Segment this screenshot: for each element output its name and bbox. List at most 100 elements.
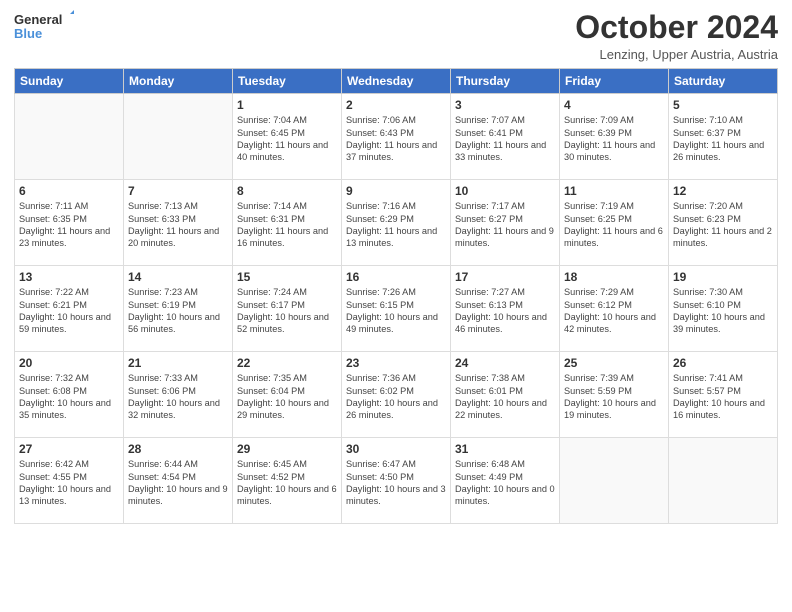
day-cell: 3 Sunrise: 7:07 AM Sunset: 6:41 PM Daylig… xyxy=(451,94,560,180)
day-number: 23 xyxy=(346,356,446,370)
week-row-3: 20 Sunrise: 7:32 AM Sunset: 6:08 PM Dayli… xyxy=(15,352,778,438)
day-cell: 10 Sunrise: 7:17 AM Sunset: 6:27 PM Dayli… xyxy=(451,180,560,266)
logo: General Blue xyxy=(14,10,74,46)
day-number: 6 xyxy=(19,184,119,198)
day-info: Sunrise: 7:22 AM Sunset: 6:21 PM Dayligh… xyxy=(19,286,119,336)
week-row-1: 6 Sunrise: 7:11 AM Sunset: 6:35 PM Daylig… xyxy=(15,180,778,266)
day-info: Sunrise: 6:48 AM Sunset: 4:49 PM Dayligh… xyxy=(455,458,555,508)
day-info: Sunrise: 7:29 AM Sunset: 6:12 PM Dayligh… xyxy=(564,286,664,336)
day-number: 3 xyxy=(455,98,555,112)
day-cell xyxy=(15,94,124,180)
day-info: Sunrise: 7:27 AM Sunset: 6:13 PM Dayligh… xyxy=(455,286,555,336)
day-number: 24 xyxy=(455,356,555,370)
day-number: 12 xyxy=(673,184,773,198)
day-info: Sunrise: 7:23 AM Sunset: 6:19 PM Dayligh… xyxy=(128,286,228,336)
day-cell: 2 Sunrise: 7:06 AM Sunset: 6:43 PM Daylig… xyxy=(342,94,451,180)
svg-text:General: General xyxy=(14,12,62,27)
day-cell: 23 Sunrise: 7:36 AM Sunset: 6:02 PM Dayli… xyxy=(342,352,451,438)
day-info: Sunrise: 7:41 AM Sunset: 5:57 PM Dayligh… xyxy=(673,372,773,422)
day-info: Sunrise: 7:04 AM Sunset: 6:45 PM Dayligh… xyxy=(237,114,337,164)
month-title: October 2024 xyxy=(575,10,778,45)
day-number: 15 xyxy=(237,270,337,284)
day-info: Sunrise: 7:06 AM Sunset: 6:43 PM Dayligh… xyxy=(346,114,446,164)
col-header-monday: Monday xyxy=(124,69,233,94)
day-info: Sunrise: 7:07 AM Sunset: 6:41 PM Dayligh… xyxy=(455,114,555,164)
day-info: Sunrise: 7:19 AM Sunset: 6:25 PM Dayligh… xyxy=(564,200,664,250)
col-header-wednesday: Wednesday xyxy=(342,69,451,94)
day-cell: 18 Sunrise: 7:29 AM Sunset: 6:12 PM Dayli… xyxy=(560,266,669,352)
page: General Blue October 2024 Lenzing, Upper… xyxy=(0,0,792,612)
day-number: 21 xyxy=(128,356,228,370)
svg-text:Blue: Blue xyxy=(14,26,42,41)
week-row-0: 1Sunrise: 7:04 AM Sunset: 6:45 PM Daylig… xyxy=(15,94,778,180)
day-info: Sunrise: 7:17 AM Sunset: 6:27 PM Dayligh… xyxy=(455,200,555,250)
day-number: 4 xyxy=(564,98,664,112)
day-info: Sunrise: 6:47 AM Sunset: 4:50 PM Dayligh… xyxy=(346,458,446,508)
day-number: 18 xyxy=(564,270,664,284)
day-info: Sunrise: 7:32 AM Sunset: 6:08 PM Dayligh… xyxy=(19,372,119,422)
col-header-sunday: Sunday xyxy=(15,69,124,94)
day-info: Sunrise: 7:09 AM Sunset: 6:39 PM Dayligh… xyxy=(564,114,664,164)
day-number: 8 xyxy=(237,184,337,198)
day-number: 11 xyxy=(564,184,664,198)
day-number: 19 xyxy=(673,270,773,284)
day-number: 29 xyxy=(237,442,337,456)
day-info: Sunrise: 7:35 AM Sunset: 6:04 PM Dayligh… xyxy=(237,372,337,422)
day-number: 10 xyxy=(455,184,555,198)
col-header-thursday: Thursday xyxy=(451,69,560,94)
day-cell: 6 Sunrise: 7:11 AM Sunset: 6:35 PM Daylig… xyxy=(15,180,124,266)
day-info: Sunrise: 7:20 AM Sunset: 6:23 PM Dayligh… xyxy=(673,200,773,250)
day-cell: 19 Sunrise: 7:30 AM Sunset: 6:10 PM Dayli… xyxy=(669,266,778,352)
week-row-4: 27Sunrise: 6:42 AM Sunset: 4:55 PM Dayli… xyxy=(15,438,778,524)
day-cell: 16 Sunrise: 7:26 AM Sunset: 6:15 PM Dayli… xyxy=(342,266,451,352)
calendar-table: SundayMondayTuesdayWednesdayThursdayFrid… xyxy=(14,68,778,524)
day-number: 9 xyxy=(346,184,446,198)
day-number: 7 xyxy=(128,184,228,198)
day-cell: 28Sunrise: 6:44 AM Sunset: 4:54 PM Dayli… xyxy=(124,438,233,524)
day-cell: 13 Sunrise: 7:22 AM Sunset: 6:21 PM Dayli… xyxy=(15,266,124,352)
day-info: Sunrise: 7:11 AM Sunset: 6:35 PM Dayligh… xyxy=(19,200,119,250)
logo-svg: General Blue xyxy=(14,10,74,46)
day-cell: 12 Sunrise: 7:20 AM Sunset: 6:23 PM Dayli… xyxy=(669,180,778,266)
day-cell: 24Sunrise: 7:38 AM Sunset: 6:01 PM Dayli… xyxy=(451,352,560,438)
day-cell: 8 Sunrise: 7:14 AM Sunset: 6:31 PM Daylig… xyxy=(233,180,342,266)
day-number: 25 xyxy=(564,356,664,370)
calendar-header-row: SundayMondayTuesdayWednesdayThursdayFrid… xyxy=(15,69,778,94)
col-header-saturday: Saturday xyxy=(669,69,778,94)
day-info: Sunrise: 7:16 AM Sunset: 6:29 PM Dayligh… xyxy=(346,200,446,250)
day-cell xyxy=(124,94,233,180)
day-cell: 25Sunrise: 7:39 AM Sunset: 5:59 PM Dayli… xyxy=(560,352,669,438)
day-cell: 7 Sunrise: 7:13 AM Sunset: 6:33 PM Daylig… xyxy=(124,180,233,266)
day-info: Sunrise: 6:45 AM Sunset: 4:52 PM Dayligh… xyxy=(237,458,337,508)
day-info: Sunrise: 7:13 AM Sunset: 6:33 PM Dayligh… xyxy=(128,200,228,250)
day-number: 22 xyxy=(237,356,337,370)
day-info: Sunrise: 7:10 AM Sunset: 6:37 PM Dayligh… xyxy=(673,114,773,164)
day-cell: 11 Sunrise: 7:19 AM Sunset: 6:25 PM Dayli… xyxy=(560,180,669,266)
day-cell: 5Sunrise: 7:10 AM Sunset: 6:37 PM Daylig… xyxy=(669,94,778,180)
day-number: 20 xyxy=(19,356,119,370)
col-header-tuesday: Tuesday xyxy=(233,69,342,94)
day-info: Sunrise: 6:42 AM Sunset: 4:55 PM Dayligh… xyxy=(19,458,119,508)
header: General Blue October 2024 Lenzing, Upper… xyxy=(14,10,778,62)
day-cell: 15Sunrise: 7:24 AM Sunset: 6:17 PM Dayli… xyxy=(233,266,342,352)
day-number: 30 xyxy=(346,442,446,456)
day-cell: 4 Sunrise: 7:09 AM Sunset: 6:39 PM Daylig… xyxy=(560,94,669,180)
day-info: Sunrise: 7:14 AM Sunset: 6:31 PM Dayligh… xyxy=(237,200,337,250)
location-subtitle: Lenzing, Upper Austria, Austria xyxy=(575,47,778,62)
day-number: 31 xyxy=(455,442,555,456)
day-cell: 29 Sunrise: 6:45 AM Sunset: 4:52 PM Dayli… xyxy=(233,438,342,524)
day-info: Sunrise: 7:30 AM Sunset: 6:10 PM Dayligh… xyxy=(673,286,773,336)
day-number: 13 xyxy=(19,270,119,284)
day-cell: 22 Sunrise: 7:35 AM Sunset: 6:04 PM Dayli… xyxy=(233,352,342,438)
day-number: 2 xyxy=(346,98,446,112)
day-cell xyxy=(669,438,778,524)
day-cell: 26Sunrise: 7:41 AM Sunset: 5:57 PM Dayli… xyxy=(669,352,778,438)
day-info: Sunrise: 7:36 AM Sunset: 6:02 PM Dayligh… xyxy=(346,372,446,422)
day-cell xyxy=(560,438,669,524)
day-number: 16 xyxy=(346,270,446,284)
title-block: October 2024 Lenzing, Upper Austria, Aus… xyxy=(575,10,778,62)
day-cell: 30 Sunrise: 6:47 AM Sunset: 4:50 PM Dayli… xyxy=(342,438,451,524)
day-cell: 17Sunrise: 7:27 AM Sunset: 6:13 PM Dayli… xyxy=(451,266,560,352)
day-info: Sunrise: 7:26 AM Sunset: 6:15 PM Dayligh… xyxy=(346,286,446,336)
day-cell: 1Sunrise: 7:04 AM Sunset: 6:45 PM Daylig… xyxy=(233,94,342,180)
